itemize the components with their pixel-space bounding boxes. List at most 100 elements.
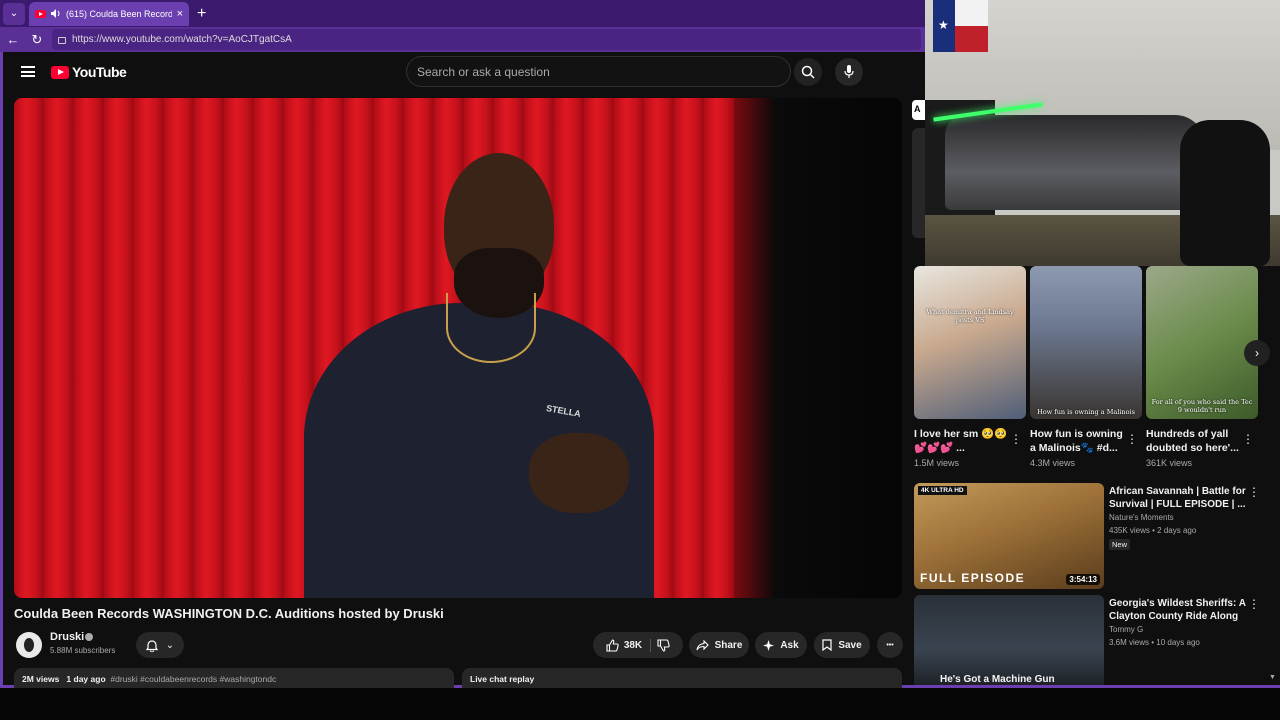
share-button[interactable]: Share bbox=[689, 632, 749, 658]
youtube-favicon-icon bbox=[35, 9, 46, 18]
youtube-logo[interactable]: YouTube bbox=[51, 64, 127, 80]
short-views: 4.3M views bbox=[1030, 458, 1076, 468]
channel-name[interactable]: Tommy G bbox=[1109, 625, 1143, 634]
search-icon bbox=[801, 65, 815, 79]
thumbs-down-icon[interactable] bbox=[657, 638, 670, 652]
video-thumbnail[interactable]: 4K ULTRA HD FULL EPISODE 3:54:13 bbox=[914, 483, 1104, 589]
short-thumbnail[interactable]: What demitra and Lindsay posts VS bbox=[914, 266, 1026, 419]
voice-search-button[interactable] bbox=[835, 58, 863, 86]
microphone-icon bbox=[844, 65, 854, 78]
thumbnail-caption: He's Got a Machine Gun bbox=[940, 674, 1055, 685]
view-count: 2M views bbox=[22, 674, 60, 684]
short-title[interactable]: How fun is owning a Malinois🐾 #d... bbox=[1030, 427, 1126, 455]
channel-row: Druski 5.88M subscribers ⌄ 38K Share Ask… bbox=[14, 630, 904, 662]
short-title[interactable]: Hundreds of yall doubted so here'... bbox=[1146, 427, 1242, 455]
tab-list-button[interactable]: ⌄ bbox=[3, 2, 25, 25]
webcam-bed bbox=[945, 115, 1205, 210]
duration-badge: 3:54:13 bbox=[1066, 574, 1100, 585]
kebab-menu-icon[interactable]: ⋮ bbox=[1248, 597, 1260, 611]
live-chat-label: Live chat replay bbox=[470, 674, 535, 684]
url-text: https://www.youtube.com/watch?v=AoCJTgat… bbox=[72, 34, 292, 45]
short-item[interactable]: What demitra and Lindsay posts VS I love… bbox=[914, 266, 1026, 476]
new-tab-button[interactable]: + bbox=[197, 5, 206, 23]
short-thumbnail[interactable]: For all of you who said the Tec 9 wouldn… bbox=[1146, 266, 1258, 419]
sidebar-panel-stub bbox=[912, 128, 926, 238]
video-meta: 435K views • 2 days ago bbox=[1109, 526, 1197, 535]
hashtags[interactable]: #druski #couldabeenrecords #washingtondc bbox=[110, 674, 276, 684]
video-thumbnail[interactable]: He's Got a Machine Gun bbox=[914, 595, 1104, 685]
channel-name[interactable]: Druski bbox=[50, 631, 84, 643]
live-chat-replay[interactable]: Live chat replay bbox=[462, 668, 902, 688]
short-item[interactable]: How fun is owning a Malinois How fun is … bbox=[1030, 266, 1142, 476]
like-button[interactable]: 38K bbox=[606, 638, 652, 652]
short-thumbnail[interactable]: How fun is owning a Malinois bbox=[1030, 266, 1142, 419]
shorts-shelf: What demitra and Lindsay posts VS I love… bbox=[914, 266, 1264, 476]
chevron-down-icon: ⌄ bbox=[165, 639, 175, 651]
like-count: 38K bbox=[623, 639, 643, 651]
kebab-menu-icon[interactable]: ⋮ bbox=[1248, 485, 1260, 499]
upload-age: 1 day ago bbox=[66, 674, 106, 684]
subscriber-count: 5.88M subscribers bbox=[50, 646, 116, 655]
short-title[interactable]: I love her sm 🥺🥺 💕💕💕 ... bbox=[914, 427, 1010, 455]
kebab-menu-icon[interactable]: ⋮ bbox=[1010, 432, 1022, 446]
kebab-menu-icon[interactable]: ⋮ bbox=[1242, 432, 1254, 446]
new-badge: New bbox=[1109, 539, 1131, 550]
short-views: 1.5M views bbox=[914, 458, 960, 468]
search-button[interactable] bbox=[794, 58, 822, 86]
save-label: Save bbox=[838, 639, 862, 651]
masthead: YouTube Search or ask a question bbox=[3, 52, 925, 92]
chevron-down-icon: ⌄ bbox=[9, 8, 19, 19]
video-title: Coulda Been Records WASHINGTON D.C. Audi… bbox=[14, 606, 444, 621]
back-button[interactable]: ← bbox=[2, 32, 24, 47]
texas-flag-image: ★ bbox=[933, 0, 988, 52]
more-actions-button[interactable]: ••• bbox=[877, 632, 903, 658]
webcam-chair bbox=[1180, 120, 1270, 266]
recommended-video[interactable]: He's Got a Machine Gun Georgia's Wildest… bbox=[914, 595, 1274, 703]
bell-icon bbox=[145, 639, 158, 652]
bottom-strip bbox=[0, 688, 1280, 720]
share-label: Share bbox=[714, 639, 743, 651]
sparkle-icon bbox=[763, 639, 775, 651]
short-item[interactable]: For all of you who said the Tec 9 wouldn… bbox=[1146, 266, 1258, 476]
star-icon: ★ bbox=[938, 18, 949, 32]
chevron-right-icon: › bbox=[1255, 346, 1259, 360]
menu-icon[interactable] bbox=[21, 66, 35, 77]
short-overlay-text: What demitra and Lindsay posts VS bbox=[926, 308, 1014, 324]
browser-tab-youtube[interactable]: (615) Coulda Been Records W × bbox=[29, 1, 189, 26]
channel-avatar[interactable] bbox=[16, 632, 42, 658]
tab-close-icon[interactable]: × bbox=[177, 8, 183, 20]
search-placeholder: Search or ask a question bbox=[417, 64, 550, 79]
bookmark-icon bbox=[822, 639, 832, 651]
lock-icon bbox=[58, 37, 66, 44]
ask-button[interactable]: Ask bbox=[755, 632, 807, 658]
reload-button[interactable]: ↻ bbox=[26, 32, 48, 48]
channel-name[interactable]: Nature's Moments bbox=[1109, 513, 1174, 522]
save-button[interactable]: Save bbox=[814, 632, 870, 658]
thumbs-up-icon bbox=[606, 638, 619, 652]
short-overlay-text: How fun is owning a Malinois bbox=[1037, 408, 1135, 416]
video-title[interactable]: African Savannah | Battle for Survival |… bbox=[1109, 485, 1247, 511]
video-frame-shadow bbox=[734, 98, 902, 598]
video-meta: 3.6M views • 10 days ago bbox=[1109, 638, 1200, 647]
search-input[interactable]: Search or ask a question bbox=[406, 56, 791, 87]
speaker-icon[interactable] bbox=[51, 9, 61, 18]
url-field[interactable]: https://www.youtube.com/watch?v=AoCJTgat… bbox=[52, 29, 921, 50]
verified-icon bbox=[85, 633, 93, 641]
video-frame-hands bbox=[529, 433, 629, 513]
subscribed-bell-button[interactable]: ⌄ bbox=[136, 632, 184, 658]
scroll-down-arrow[interactable]: ▼ bbox=[1269, 674, 1276, 681]
tab-title: (615) Coulda Been Records W bbox=[66, 8, 172, 19]
webcam-overlay: ★ bbox=[925, 0, 1280, 266]
short-overlay-text: For all of you who said the Tec 9 wouldn… bbox=[1151, 398, 1253, 414]
video-title[interactable]: Georgia's Wildest Sheriffs: A Clayton Co… bbox=[1109, 597, 1247, 623]
video-frame-chain bbox=[446, 293, 536, 363]
browser-addressbar: ← ↻ https://www.youtube.com/watch?v=AoCJ… bbox=[0, 27, 925, 52]
description-box[interactable]: 2M views 1 day ago #druski #couldabeenre… bbox=[14, 668, 454, 688]
shorts-next-button[interactable]: › bbox=[1244, 340, 1270, 366]
logo-text: YouTube bbox=[72, 64, 127, 80]
filter-chip-stub[interactable]: A bbox=[912, 100, 926, 120]
kebab-menu-icon[interactable]: ⋮ bbox=[1126, 432, 1138, 446]
video-player[interactable]: STELLA bbox=[14, 98, 902, 598]
ask-label: Ask bbox=[780, 639, 799, 651]
recommended-video[interactable]: 4K ULTRA HD FULL EPISODE 3:54:13 African… bbox=[914, 483, 1274, 591]
